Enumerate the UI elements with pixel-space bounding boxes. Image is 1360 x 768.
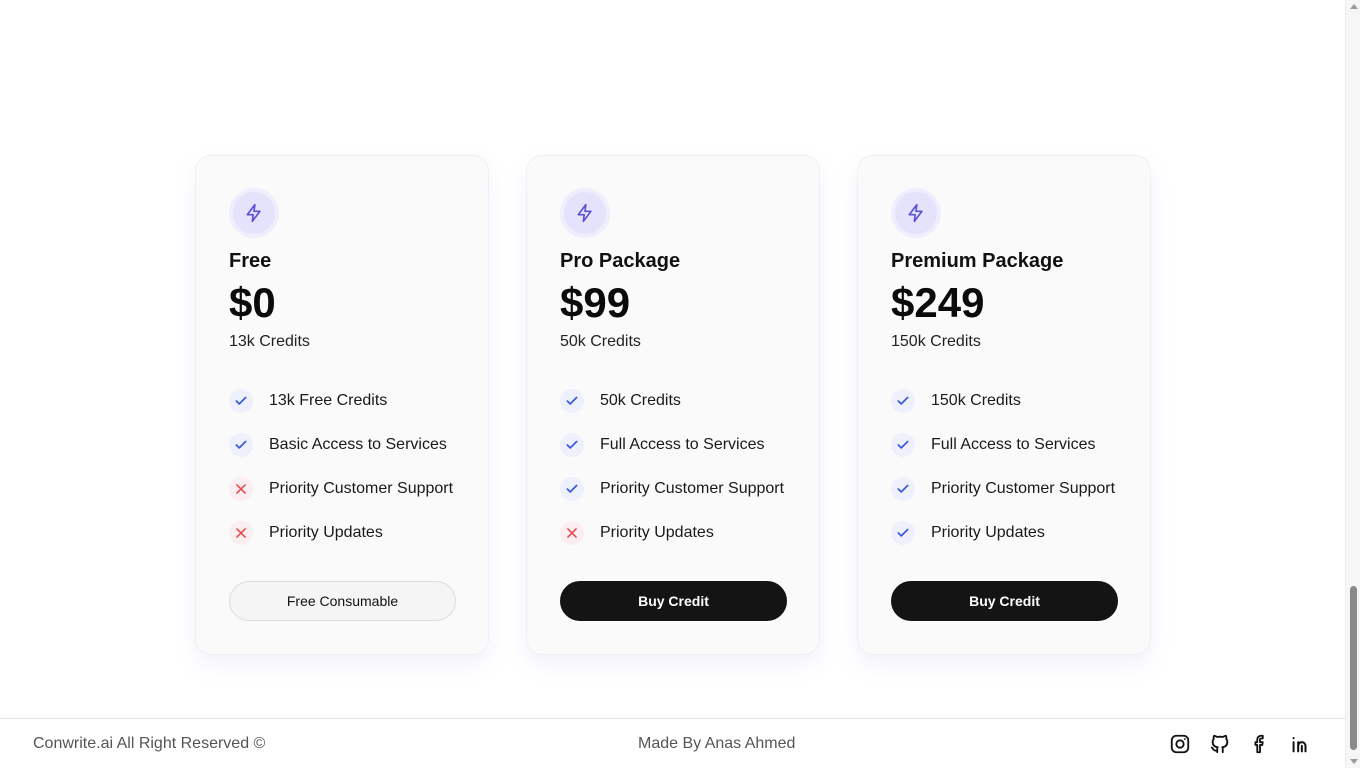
plan-price: $0 bbox=[229, 279, 276, 326]
feature-label: Basic Access to Services bbox=[269, 436, 447, 453]
feature-item: Priority Customer Support bbox=[891, 477, 1117, 501]
buy-credit-button-premium[interactable]: Buy Credit bbox=[891, 581, 1118, 621]
check-icon bbox=[891, 433, 915, 457]
buy-credit-button-pro[interactable]: Buy Credit bbox=[560, 581, 787, 621]
free-consumable-button[interactable]: Free Consumable bbox=[229, 581, 456, 621]
plan-price: $249 bbox=[891, 279, 985, 326]
scroll-down-arrow-icon[interactable] bbox=[1350, 759, 1358, 764]
plan-name: Free bbox=[229, 250, 272, 272]
scrollbar-thumb[interactable] bbox=[1350, 586, 1357, 750]
feature-item: 150k Credits bbox=[891, 389, 1117, 413]
cross-icon bbox=[229, 477, 253, 501]
feature-list: 150k Credits Full Access to Services Pri… bbox=[891, 389, 1117, 545]
site-footer: Conwrite.ai All Right Reserved © Made By… bbox=[0, 718, 1345, 768]
plan-name: Premium Package bbox=[891, 250, 1064, 272]
feature-item: Full Access to Services bbox=[891, 433, 1117, 457]
plan-price: $99 bbox=[560, 279, 631, 326]
feature-item: 13k Free Credits bbox=[229, 389, 455, 413]
feature-item: Priority Updates bbox=[560, 521, 786, 545]
feature-item: Basic Access to Services bbox=[229, 433, 455, 457]
feature-label: 150k Credits bbox=[931, 392, 1021, 409]
feature-label: Priority Updates bbox=[269, 524, 383, 541]
check-icon bbox=[891, 389, 915, 413]
feature-item: Full Access to Services bbox=[560, 433, 786, 457]
lightning-bolt-icon bbox=[891, 188, 941, 238]
plan-credits: 150k Credits bbox=[891, 333, 981, 350]
feature-label: Priority Customer Support bbox=[269, 480, 454, 497]
feature-label: Priority Updates bbox=[931, 524, 1045, 541]
check-icon bbox=[560, 477, 584, 501]
copyright-text: Conwrite.ai All Right Reserved © bbox=[33, 734, 266, 752]
check-icon bbox=[891, 521, 915, 545]
plan-credits: 50k Credits bbox=[560, 333, 641, 350]
plan-card-pro: Pro Package $99 50k Credits 50k Credits … bbox=[526, 155, 820, 655]
check-icon bbox=[560, 389, 584, 413]
feature-list: 50k Credits Full Access to Services Prio… bbox=[560, 389, 786, 545]
feature-item: Priority Updates bbox=[229, 521, 455, 545]
github-icon[interactable] bbox=[1208, 732, 1232, 756]
feature-item: Priority Customer Support bbox=[229, 477, 455, 501]
plan-card-free: Free $0 13k Credits 13k Free Credits Bas… bbox=[195, 155, 489, 655]
feature-label: Priority Customer Support bbox=[931, 480, 1116, 497]
feature-label: Full Access to Services bbox=[600, 436, 765, 453]
linkedin-icon[interactable] bbox=[1288, 732, 1312, 756]
page-scrollbar[interactable] bbox=[1345, 0, 1360, 768]
check-icon bbox=[891, 477, 915, 501]
feature-label: Full Access to Services bbox=[931, 436, 1096, 453]
facebook-icon[interactable] bbox=[1248, 732, 1272, 756]
check-icon bbox=[560, 433, 584, 457]
check-icon bbox=[229, 433, 253, 457]
lightning-bolt-icon bbox=[560, 188, 610, 238]
plan-name: Pro Package bbox=[560, 250, 681, 272]
feature-label: 13k Free Credits bbox=[269, 392, 388, 409]
feature-list: 13k Free Credits Basic Access to Service… bbox=[229, 389, 455, 545]
feature-item: 50k Credits bbox=[560, 389, 786, 413]
author-credit: Made By Anas Ahmed bbox=[638, 734, 796, 752]
feature-item: Priority Customer Support bbox=[560, 477, 786, 501]
instagram-icon[interactable] bbox=[1168, 732, 1192, 756]
plan-card-premium: Premium Package $249 150k Credits 150k C… bbox=[857, 155, 1151, 655]
feature-label: Priority Customer Support bbox=[600, 480, 785, 497]
pricing-page: Free $0 13k Credits 13k Free Credits Bas… bbox=[0, 0, 1360, 768]
lightning-bolt-icon bbox=[229, 188, 279, 238]
social-links bbox=[1168, 732, 1312, 756]
feature-item: Priority Updates bbox=[891, 521, 1117, 545]
plan-credits: 13k Credits bbox=[229, 333, 310, 350]
scroll-up-arrow-icon[interactable] bbox=[1350, 4, 1358, 9]
check-icon bbox=[229, 389, 253, 413]
pricing-cards: Free $0 13k Credits 13k Free Credits Bas… bbox=[195, 155, 1151, 655]
feature-label: 50k Credits bbox=[600, 392, 681, 409]
cross-icon bbox=[229, 521, 253, 545]
feature-label: Priority Updates bbox=[600, 524, 714, 541]
cross-icon bbox=[560, 521, 584, 545]
